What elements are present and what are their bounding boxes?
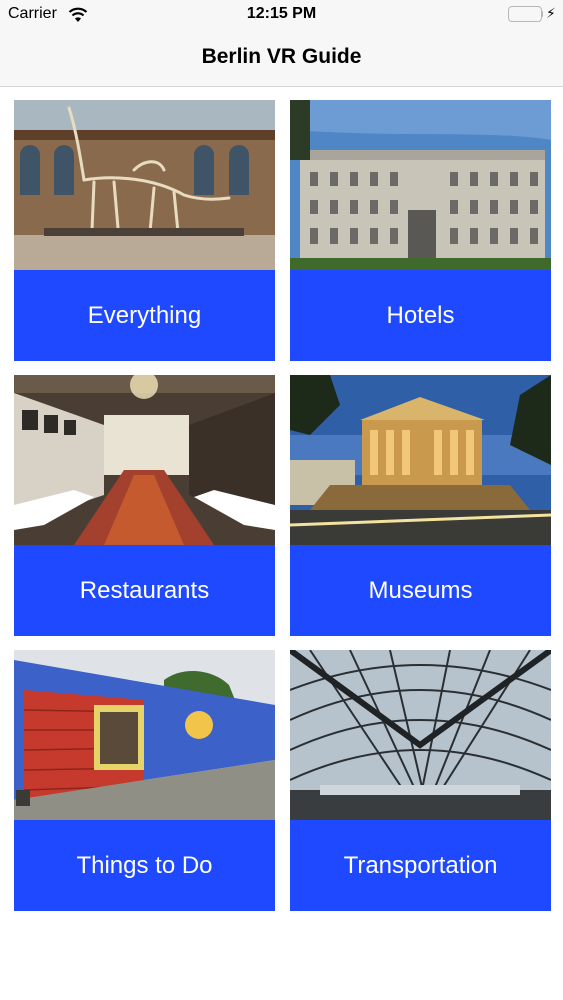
museum-hall-image bbox=[14, 100, 275, 270]
category-card-transportation[interactable]: Transportation bbox=[290, 650, 551, 911]
category-card-museums[interactable]: Museums bbox=[290, 375, 551, 636]
battery-cap bbox=[541, 11, 543, 17]
page-title: Berlin VR Guide bbox=[201, 45, 362, 68]
status-time: 12:15 PM bbox=[246, 5, 317, 22]
category-label: Restaurants bbox=[14, 545, 275, 636]
category-label: Everything bbox=[14, 270, 275, 361]
charging-bolt-icon: ⚡ bbox=[546, 5, 556, 21]
category-label: Transportation bbox=[290, 820, 551, 911]
navigation-bar: Berlin VR Guide bbox=[0, 30, 563, 87]
graffiti-wall-image bbox=[14, 650, 275, 820]
category-card-restaurants[interactable]: Restaurants bbox=[14, 375, 275, 636]
restaurant-hall-image bbox=[14, 375, 275, 545]
train-station-image bbox=[290, 650, 551, 820]
status-bar: Carrier 12:15 PM ⚡ bbox=[0, 0, 563, 30]
category-card-things-to-do[interactable]: Things to Do bbox=[14, 650, 275, 911]
category-card-hotels[interactable]: Hotels bbox=[290, 100, 551, 361]
category-label: Museums bbox=[290, 545, 551, 636]
museum-night-image bbox=[290, 375, 551, 545]
category-label: Things to Do bbox=[14, 820, 275, 911]
category-card-everything[interactable]: Everything bbox=[14, 100, 275, 361]
category-label: Hotels bbox=[290, 270, 551, 361]
battery-icon bbox=[508, 6, 542, 22]
hotel-building-image bbox=[290, 100, 551, 270]
